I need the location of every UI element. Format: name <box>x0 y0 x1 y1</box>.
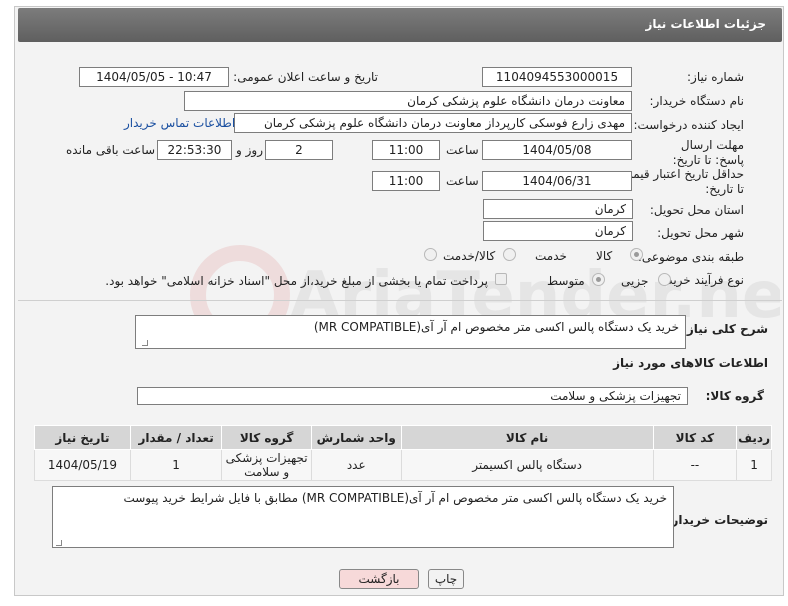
goods-group-field[interactable]: تجهیزات پزشکی و سلامت <box>137 387 688 405</box>
category-radio-goods-service[interactable] <box>424 248 437 261</box>
buyer-org-label: نام دستگاه خریدار: <box>649 94 745 108</box>
buyer-notes-field[interactable]: خرید یک دستگاه پالس اکسی متر مخصوص ام آر… <box>52 486 674 548</box>
cell-date: 1404/05/19 <box>34 449 131 481</box>
payment-note: پرداخت تمام یا بخشی از مبلغ خرید،از محل … <box>105 274 488 288</box>
print-button[interactable]: چاپ <box>428 569 464 589</box>
need-number-field[interactable]: 1104094553000015 <box>482 67 632 87</box>
column-header: کد کالا <box>652 425 738 450</box>
cell-row-number: 1 <box>736 449 772 481</box>
reply-time-field[interactable]: 11:00 <box>372 140 440 160</box>
category-option-goods-service: کالا/خدمت <box>443 249 496 263</box>
cell-code: -- <box>652 449 738 481</box>
treasury-payment-checkbox[interactable] <box>495 273 507 285</box>
column-header: تعداد / مقدار <box>129 425 223 450</box>
process-radio-minor[interactable] <box>658 273 671 286</box>
need-number-label: شماره نیاز: <box>687 70 744 84</box>
days-label: روز و <box>236 143 263 157</box>
cell-unit: عدد <box>310 449 402 481</box>
resize-handle-icon[interactable] <box>56 540 62 546</box>
remaining-label: ساعت باقی مانده <box>66 143 156 157</box>
city-field[interactable]: کرمان <box>483 221 633 241</box>
category-option-service: خدمت <box>535 249 567 263</box>
category-radio-service[interactable] <box>503 248 516 261</box>
category-radio-goods[interactable] <box>630 248 643 261</box>
table-header-row: ردیف کد کالا نام کالا واحد شمارش گروه کا… <box>34 425 772 450</box>
back-button[interactable]: بازگشت <box>339 569 419 589</box>
creator-label: ایجاد کننده درخواست: <box>633 118 744 132</box>
reply-date-field[interactable]: 1404/05/08 <box>482 140 632 160</box>
column-header: تاریخ نیاز <box>34 425 131 450</box>
column-header: ردیف <box>736 425 772 450</box>
column-header: واحد شمارش <box>310 425 402 450</box>
process-radio-medium[interactable] <box>592 273 605 286</box>
announce-field[interactable]: 1404/05/05 - 10:47 <box>79 67 229 87</box>
remaining-time-field[interactable]: 22:53:30 <box>157 140 232 160</box>
table-row[interactable]: 1 -- دستگاه پالس اکسیمتر عدد تجهیزات پزش… <box>34 449 772 481</box>
cell-group: تجهیزات پزشکی و سلامت <box>221 449 312 481</box>
goods-group-label: گروه کالا: <box>705 389 764 403</box>
contact-info-link[interactable]: اطلاعات تماس خریدار <box>124 116 235 130</box>
category-label: طبقه بندی موضوعی: <box>637 250 744 264</box>
column-header: گروه کالا <box>221 425 312 450</box>
days-field[interactable]: 2 <box>265 140 333 160</box>
price-validity-label: حداقل تاریخ اعتبار قیمت: تا تاریخ: <box>617 167 744 196</box>
province-label: استان محل تحویل: <box>649 203 744 217</box>
buyer-org-field[interactable]: معاونت درمان دانشگاه علوم پزشکی کرمان <box>184 91 632 111</box>
divider <box>18 300 782 301</box>
province-field[interactable]: کرمان <box>483 199 633 219</box>
description-field[interactable]: خرید یک دستگاه پالس اکسی متر مخصوص ام آر… <box>135 315 686 349</box>
price-time-label: ساعت <box>446 174 479 188</box>
column-header: نام کالا <box>400 425 654 450</box>
description-label: شرح کلی نیاز: <box>682 322 768 336</box>
reply-time-label: ساعت <box>446 143 479 157</box>
goods-section-title: اطلاعات کالاهای مورد نیاز <box>613 356 768 370</box>
resize-handle-icon[interactable] <box>142 340 148 346</box>
page-title: جزئیات اطلاعات نیاز <box>645 17 766 31</box>
process-label: نوع فرآیند خرید : <box>659 273 744 287</box>
process-option-minor: جزیی <box>621 274 649 288</box>
price-date-field[interactable]: 1404/06/31 <box>482 171 632 191</box>
cell-quantity: 1 <box>129 449 223 481</box>
city-label: شهر محل تحویل: <box>657 226 744 240</box>
process-option-medium: متوسط <box>547 274 585 288</box>
cell-name: دستگاه پالس اکسیمتر <box>400 449 654 481</box>
creator-field[interactable]: مهدی زارع فوسکی کارپرداز معاونت درمان دا… <box>234 113 632 133</box>
announce-label: تاریخ و ساعت اعلان عمومی: <box>233 70 378 84</box>
buyer-notes-label: توضیحات خریدار: <box>666 513 768 527</box>
reply-deadline-label: مهلت ارسال پاسخ: تا تاریخ: <box>672 138 744 167</box>
header-bar: جزئیات اطلاعات نیاز <box>18 8 782 42</box>
price-time-field[interactable]: 11:00 <box>372 171 440 191</box>
category-option-goods: کالا <box>596 249 613 263</box>
goods-table: ردیف کد کالا نام کالا واحد شمارش گروه کا… <box>34 425 772 481</box>
